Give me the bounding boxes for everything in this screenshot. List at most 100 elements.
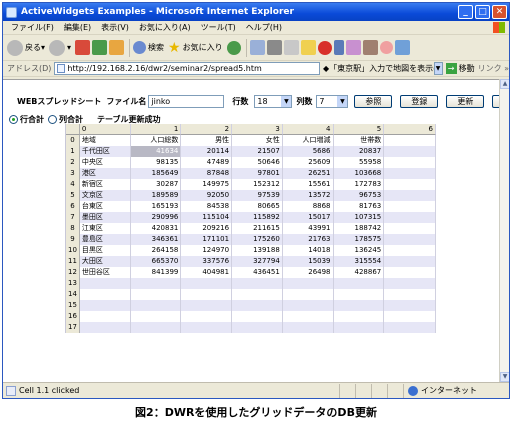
grid-cell[interactable]: 149975 [181, 179, 233, 190]
grid-cell[interactable]: 13572 [283, 190, 334, 201]
grid-cell[interactable]: 84538 [181, 201, 233, 212]
grid-cell[interactable] [384, 234, 436, 245]
grid-cell[interactable] [80, 300, 131, 311]
grid-cell[interactable] [283, 278, 334, 289]
grid-cell[interactable]: 港区 [80, 168, 131, 179]
grid-cell[interactable]: 5686 [283, 146, 334, 157]
column-header[interactable]: 0 [79, 124, 131, 135]
messenger-icon[interactable] [317, 40, 332, 55]
column-header[interactable]: 3 [232, 124, 283, 135]
grid-cell[interactable] [232, 278, 283, 289]
grid-cell[interactable]: 97801 [232, 168, 283, 179]
column-header[interactable]: 6 [384, 124, 436, 135]
grid-cell[interactable]: 25609 [283, 157, 334, 168]
grid-cell[interactable] [232, 289, 283, 300]
grid-cell[interactable]: 新宿区 [80, 179, 131, 190]
column-header[interactable]: 4 [282, 124, 334, 135]
grid-cell[interactable] [384, 223, 436, 234]
scroll-up-icon[interactable]: ▲ [500, 79, 509, 89]
grid-cell[interactable]: 188742 [334, 223, 385, 234]
grid-cell[interactable] [131, 300, 182, 311]
people-icon[interactable] [394, 40, 410, 55]
grid-cell[interactable]: 189589 [131, 190, 182, 201]
row-header[interactable]: 5 [66, 190, 80, 201]
cols-select[interactable]: 7 ▼ [316, 94, 349, 108]
grid-cell[interactable] [232, 311, 283, 322]
grid-cell[interactable]: 15017 [283, 212, 334, 223]
grid-cell[interactable] [80, 289, 131, 300]
rows-select[interactable]: 18 ▼ [254, 94, 293, 108]
grid-cell[interactable]: 436451 [232, 267, 283, 278]
grid-cell[interactable]: 178575 [334, 234, 385, 245]
row-header[interactable]: 4 [66, 179, 80, 190]
print-icon[interactable] [266, 40, 282, 55]
grid-cell[interactable]: 124970 [181, 245, 233, 256]
grid-cell[interactable] [80, 322, 131, 333]
grid-cell[interactable] [283, 311, 334, 322]
row-header[interactable]: 10 [66, 245, 80, 256]
grid-cell[interactable] [334, 289, 385, 300]
grid-cell[interactable] [334, 300, 385, 311]
row-header[interactable]: 2 [66, 157, 80, 168]
grid-cell[interactable]: 87848 [181, 168, 233, 179]
row-header[interactable]: 13 [66, 278, 80, 289]
row-header[interactable]: 0 [66, 135, 80, 146]
close-button[interactable]: ✕ [492, 5, 507, 19]
stop-icon[interactable] [75, 40, 91, 55]
scroll-down-icon[interactable]: ▼ [500, 372, 509, 382]
grid-cell[interactable] [384, 289, 436, 300]
grid-cell[interactable] [384, 168, 436, 179]
grid-cell[interactable]: 豊島区 [80, 234, 131, 245]
home-icon[interactable] [109, 40, 125, 55]
grid-cell[interactable]: 47489 [181, 157, 233, 168]
grid-cell[interactable]: 15039 [283, 256, 334, 267]
grid-cell[interactable]: 地域 [80, 135, 131, 146]
row-header[interactable]: 7 [66, 212, 80, 223]
grid-cell[interactable]: 209216 [181, 223, 233, 234]
grid-cell[interactable]: 172783 [334, 179, 385, 190]
grid-cell[interactable]: 315554 [334, 256, 385, 267]
grid-cell[interactable]: 98135 [131, 157, 182, 168]
folder-icon[interactable] [300, 40, 316, 55]
grid-cell[interactable]: 96753 [334, 190, 385, 201]
mail-icon[interactable] [249, 40, 265, 55]
grid-cell[interactable]: 50646 [232, 157, 283, 168]
research-icon[interactable] [345, 40, 361, 55]
grid-cell[interactable]: 墨田区 [80, 212, 131, 223]
grid-cell[interactable]: 428867 [334, 267, 385, 278]
grid-cell[interactable]: 290996 [131, 212, 182, 223]
grid-cell[interactable] [384, 135, 436, 146]
grid-cell[interactable]: 人口総数 [131, 135, 182, 146]
register-button[interactable]: 登録 [400, 94, 439, 108]
row-total-radio[interactable] [9, 114, 18, 124]
grid-cell[interactable]: 115104 [181, 212, 233, 223]
column-header[interactable]: 2 [181, 124, 233, 135]
grid-cell[interactable]: 43991 [283, 223, 334, 234]
grid-cell[interactable]: 136245 [334, 245, 385, 256]
grid-cell[interactable]: 人口増減 [283, 135, 334, 146]
grid-cell[interactable]: 81763 [334, 201, 385, 212]
grid-cell[interactable]: 841399 [131, 267, 182, 278]
grid-cell[interactable]: 中央区 [80, 157, 131, 168]
grid-cell[interactable]: 文京区 [80, 190, 131, 201]
grid-cell[interactable]: 97539 [232, 190, 283, 201]
grid-cell[interactable] [384, 256, 436, 267]
grid-cell[interactable]: 80665 [232, 201, 283, 212]
links-button[interactable]: リンク » [478, 63, 509, 74]
grid-cell[interactable]: 165193 [131, 201, 182, 212]
grid-cell[interactable] [384, 190, 436, 201]
menu-tools[interactable]: ツール(T) [196, 22, 241, 33]
grid-cell[interactable]: 世帯数 [334, 135, 385, 146]
go-button[interactable]: → 移動 [445, 63, 475, 74]
tool-icon[interactable] [362, 40, 378, 55]
search-button[interactable]: 検索 [133, 41, 164, 54]
grid-cell[interactable] [384, 146, 436, 157]
favorites-button[interactable]: ★ お気に入り [168, 40, 223, 56]
row-header[interactable]: 11 [66, 256, 80, 267]
address-input[interactable]: http://192.168.2.16/dwr2/seminar2/spread… [54, 62, 321, 75]
grid-cell[interactable]: 江東区 [80, 223, 131, 234]
menu-file[interactable]: ファイル(F) [6, 22, 59, 33]
row-header[interactable]: 17 [66, 322, 80, 333]
edit-icon[interactable] [283, 40, 299, 55]
menu-favorites[interactable]: お気に入り(A) [134, 22, 196, 33]
